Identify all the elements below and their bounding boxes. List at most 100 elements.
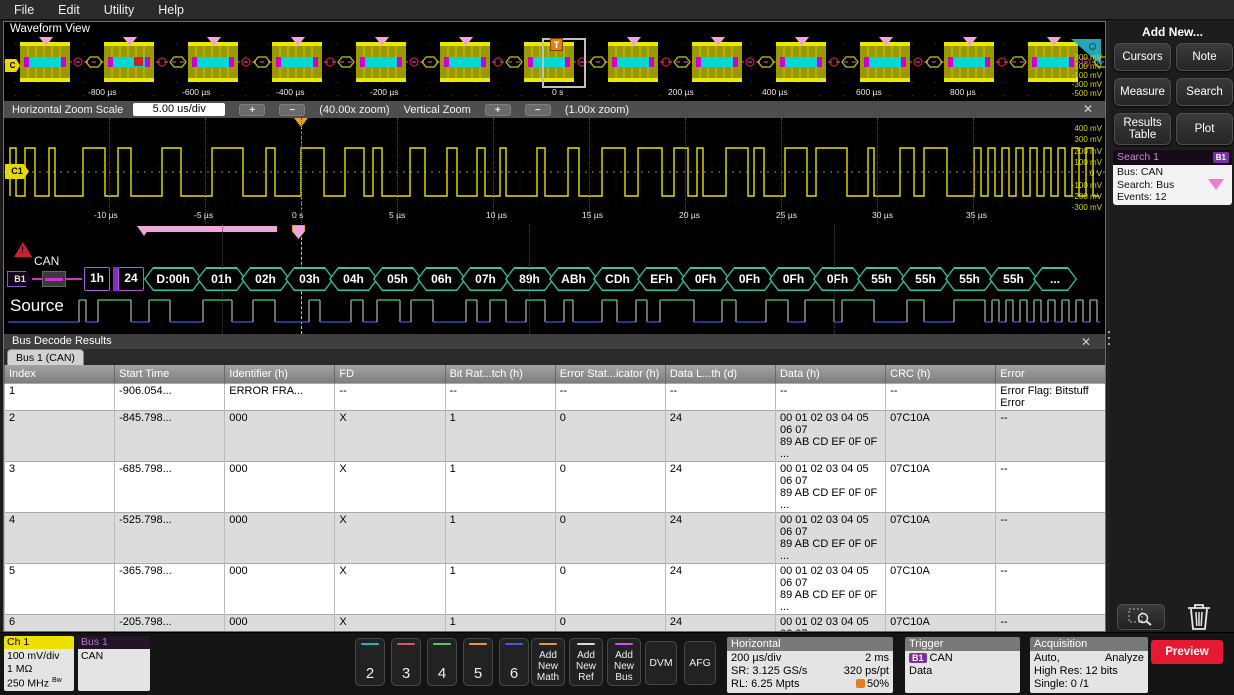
graticule-line [222, 224, 223, 334]
trigger-source: CAN [930, 652, 953, 664]
table-cell: 07C10A [886, 512, 996, 563]
horizontal-value-left: RL: 6.25 Mpts [731, 678, 799, 691]
column-header[interactable]: FD [335, 365, 445, 383]
overview-time-label: 600 µs [856, 87, 882, 97]
vertical-zoom-factor: (1.00x zoom) [565, 104, 629, 116]
search-mark-icon [627, 37, 641, 46]
menu-utility[interactable]: Utility [104, 3, 135, 17]
acquisition-panel[interactable]: Acquisition Auto, Analyze High Res: 12 b… [1030, 637, 1148, 693]
horizontal-zoom-scale-input[interactable]: 5.00 us/div [133, 103, 225, 116]
add-new-results-table-button[interactable]: Results Table [1114, 113, 1171, 145]
delete-button[interactable] [1185, 601, 1213, 631]
add-new-note-button[interactable]: Note [1176, 43, 1233, 71]
table-cell: Error Flag: Bitstuff Error [996, 383, 1105, 410]
ch1-scale: 100 mV/div [7, 650, 71, 663]
table-cell: 24 [665, 512, 775, 563]
column-header[interactable]: Bit Rat...tch (h) [445, 365, 555, 383]
table-cell: 000 [225, 614, 335, 631]
channel-number: 4 [438, 665, 446, 682]
trigger-panel[interactable]: Trigger B1CAN Data [905, 637, 1020, 693]
table-row[interactable]: 2-845.798...000X102400 01 02 03 04 05 06… [5, 410, 1106, 461]
add-new-search-button[interactable]: Search [1176, 78, 1233, 106]
afg-button[interactable]: AFG [684, 641, 716, 685]
menu-help[interactable]: Help [158, 3, 184, 17]
column-header[interactable]: Error Stat...icator (h) [555, 365, 665, 383]
add-new-math-button[interactable]: Add New Math [531, 638, 565, 686]
decode-data-box: ABh [549, 267, 598, 291]
vertical-zoom-minus-button[interactable]: − [525, 104, 551, 116]
results-close-icon[interactable]: ✕ [1081, 335, 1091, 349]
graticule-line [109, 118, 110, 224]
table-row[interactable]: 6-205.798...000X102400 01 02 03 04 05 06… [5, 614, 1106, 631]
column-header[interactable]: CRC (h) [886, 365, 996, 383]
table-cell: -- [886, 383, 996, 410]
tab-bus1-can[interactable]: Bus 1 (CAN) [7, 349, 84, 365]
channel3-button[interactable]: 3 [391, 638, 421, 686]
overview-voltage-label: -100 mV [1072, 72, 1102, 80]
results-table-wrap[interactable]: IndexStart TimeIdentifier (h)FDBit Rat..… [4, 365, 1105, 631]
vertical-zoom-plus-button[interactable]: + [485, 104, 511, 116]
horizontal-zoom-plus-button[interactable]: + [239, 104, 265, 116]
horizontal-panel[interactable]: Horizontal 200 µs/div2 msSR: 3.125 GS/s3… [727, 637, 893, 693]
channel5-button[interactable]: 5 [463, 638, 493, 686]
table-cell: -525.798... [115, 512, 225, 563]
table-cell: -- [996, 410, 1105, 461]
decode-data-row: D:00h01h02h03h04h05h06h07h89hABhCDhEFh0F… [144, 267, 1077, 291]
table-row[interactable]: 5-365.798...000X102400 01 02 03 04 05 06… [5, 563, 1106, 614]
search1-card[interactable]: Search 1 B1 Bus: CAN Search: Bus Events:… [1113, 150, 1232, 205]
trigger-badge[interactable]: T [550, 38, 563, 51]
table-row[interactable]: 1-906.054...ERROR FRA...------------Erro… [5, 383, 1106, 410]
add-new-button-grid: CursorsNoteMeasureSearchResults TablePlo… [1114, 43, 1231, 145]
table-cell: 24 [665, 410, 775, 461]
panel-divider[interactable] [1107, 21, 1110, 632]
graticule-line [877, 118, 878, 224]
table-row[interactable]: 4-525.798...000X102400 01 02 03 04 05 06… [5, 512, 1106, 563]
column-header[interactable]: Identifier (h) [225, 365, 335, 383]
table-cell: 1 [445, 614, 555, 631]
table-row[interactable]: 3-685.798...000X102400 01 02 03 04 05 06… [5, 461, 1106, 512]
zoom-close-icon[interactable]: ✕ [1083, 102, 1093, 116]
decode-dlc-box: 24 [118, 267, 144, 291]
dvm-button[interactable]: DVM [645, 641, 677, 685]
horizontal-row: RL: 6.25 Mpts 50% [731, 678, 889, 691]
channel2-button[interactable]: 2 [355, 638, 385, 686]
channel-color-line [361, 643, 379, 645]
channel4-button[interactable]: 4 [427, 638, 457, 686]
zoom-window-box[interactable] [542, 38, 586, 88]
add-new-ref-button[interactable]: Add New Ref [569, 638, 603, 686]
channel1-badge[interactable]: Ch 1 100 mV/div 1 MΩ 250 MHz Bw [4, 636, 74, 691]
bus1-badge-card[interactable]: Bus 1 CAN [78, 636, 150, 691]
table-cell: 24 [665, 614, 775, 631]
table-cell: 5 [5, 563, 115, 614]
zoom-tool-button[interactable] [1117, 604, 1165, 630]
add-new-measure-button[interactable]: Measure [1114, 78, 1171, 106]
waveform-overview[interactable]: C T -800 µs-600 µs-400 µs-200 µs0 s200 µ… [4, 37, 1105, 101]
column-header[interactable]: Start Time [115, 365, 225, 383]
column-header[interactable]: Index [5, 365, 115, 383]
decode-data-value: 06h [419, 269, 465, 290]
add-new-title: Add New... [1111, 25, 1234, 39]
zoom-time-label: -5 µs [194, 210, 213, 220]
bus1-type: CAN [78, 649, 150, 691]
horizontal-zoom-factor: (40.00x zoom) [319, 104, 389, 116]
preview-button[interactable]: Preview [1151, 640, 1223, 664]
add-new-bus-button[interactable]: Add New Bus [607, 638, 641, 686]
column-header[interactable]: Error [996, 365, 1105, 383]
column-header[interactable]: Data (h) [775, 365, 885, 383]
zoomed-waveform-view[interactable]: C1 -10 µs-5 µs0 s5 µs10 µs15 µs20 µs25 µ… [4, 118, 1105, 224]
table-cell: 07C10A [886, 461, 996, 512]
add-new-plot-button[interactable]: Plot [1176, 113, 1233, 145]
overview-voltage-label: 100 mV [1074, 63, 1102, 71]
search1-bus-line: Bus: CAN [1117, 166, 1232, 179]
horizontal-value-right: 50% [856, 678, 889, 691]
bus1-badge[interactable]: B1 [7, 271, 33, 287]
acq-analyze: Analyze [1105, 652, 1144, 665]
zoom-voltage-label: 0 V [1090, 170, 1102, 178]
add-new-cursors-button[interactable]: Cursors [1114, 43, 1171, 71]
channel6-button[interactable]: 6 [499, 638, 529, 686]
horizontal-zoom-minus-button[interactable]: − [279, 104, 305, 116]
column-header[interactable]: Data L...th (d) [665, 365, 775, 383]
trigger-settings: B1CAN Data [905, 651, 1020, 693]
menu-edit[interactable]: Edit [58, 3, 80, 17]
menu-file[interactable]: File [14, 3, 34, 17]
